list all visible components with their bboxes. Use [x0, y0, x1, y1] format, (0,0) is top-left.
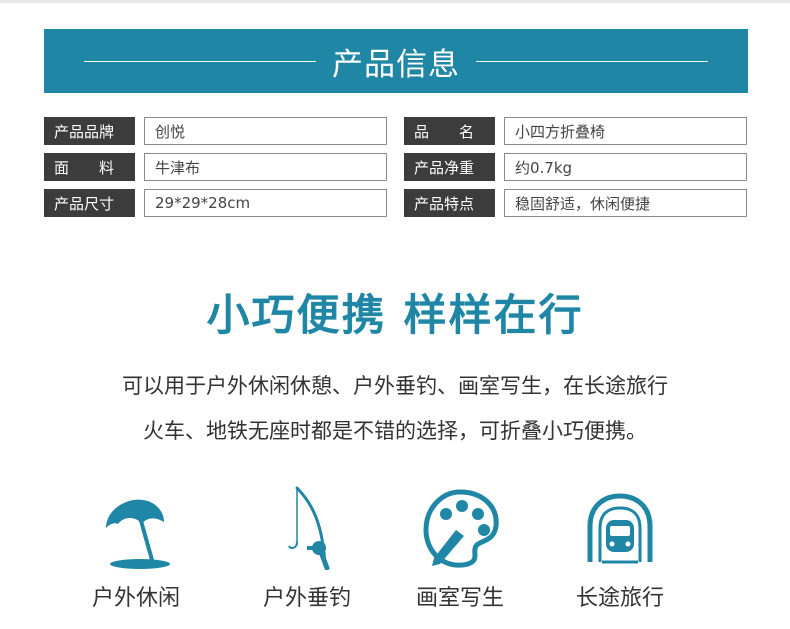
paint-palette-icon [423, 489, 499, 568]
spec-fabric: 面 料 牛津布 [44, 153, 387, 181]
banner-title: 产品信息 [332, 46, 460, 83]
spec-brand: 产品品牌 创悦 [44, 117, 387, 145]
spec-label: 产品特点 [404, 189, 495, 217]
spec-label: 品 名 [404, 117, 495, 145]
train-tunnel-icon [587, 493, 653, 564]
feature-painting: 画室写生 [400, 486, 520, 612]
feature-label: 户外垂钓 [262, 586, 351, 611]
spec-value: 牛津布 [144, 153, 387, 181]
banner-rule-left [84, 60, 316, 62]
spec-label: 产品品牌 [44, 117, 135, 145]
headline: 小巧便携 样样在行 [206, 291, 584, 341]
feature-label: 长途旅行 [575, 586, 664, 611]
spec-label: 面 料 [44, 153, 135, 181]
spec-name: 品 名 小四方折叠椅 [404, 117, 747, 145]
product-info-banner: 产品信息 [44, 29, 748, 93]
spec-size: 产品尺寸 29*29*28cm [44, 189, 387, 217]
spec-feature: 产品特点 稳固舒适，休闲便捷 [404, 189, 747, 217]
spec-value: 29*29*28cm [144, 189, 387, 217]
feature-label: 画室写生 [415, 586, 504, 611]
spec-label: 产品净重 [404, 153, 495, 181]
banner-rule-right [476, 60, 708, 62]
spec-value: 创悦 [144, 117, 387, 145]
spec-value: 稳固舒适，休闲便捷 [504, 189, 747, 217]
feature-fishing: 户外垂钓 [247, 486, 367, 612]
spec-value: 约0.7kg [504, 153, 747, 181]
beach-umbrella-icon [106, 499, 170, 569]
spec-weight: 产品净重 约0.7kg [404, 153, 747, 181]
top-divider [0, 0, 790, 3]
feature-travel: 长途旅行 [560, 486, 680, 612]
description-line-1: 可以用于户外休闲休憩、户外垂钓、画室写生，在长途旅行 [122, 374, 668, 398]
feature-outdoor-leisure: 户外休闲 [76, 486, 196, 612]
description-line-2: 火车、地铁无座时都是不错的选择，可折叠小巧便携。 [143, 419, 647, 443]
feature-label: 户外休闲 [91, 586, 180, 611]
fishing-rod-icon [288, 486, 330, 570]
spec-label: 产品尺寸 [44, 189, 135, 217]
spec-value: 小四方折叠椅 [504, 117, 747, 145]
